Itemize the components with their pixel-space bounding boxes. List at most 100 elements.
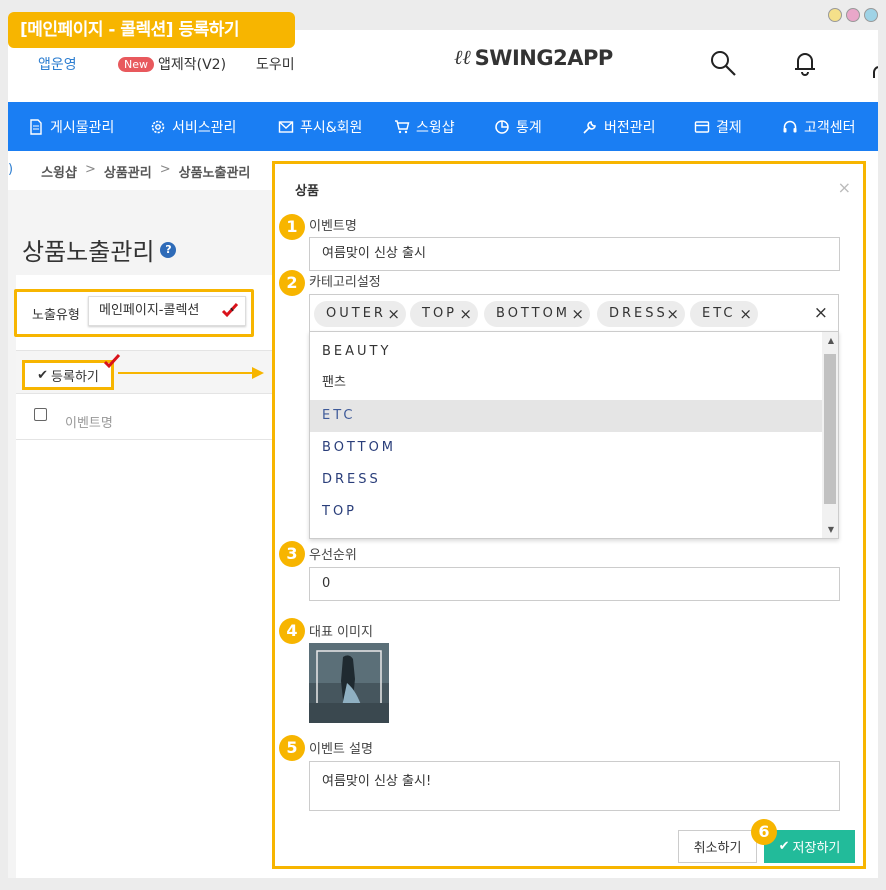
- mail-icon: [278, 120, 294, 133]
- pie-chart-icon: [495, 119, 509, 134]
- tag-bottom: BOTTOM ×: [484, 301, 590, 327]
- step-badge-5: 5: [279, 735, 305, 761]
- tag-top-remove-icon[interactable]: ×: [459, 301, 472, 327]
- option-etc[interactable]: ETC: [310, 400, 822, 432]
- user-icon[interactable]: [868, 48, 878, 78]
- nav-helper[interactable]: 도우미: [256, 54, 295, 74]
- column-event-name: 이벤트명: [65, 416, 113, 431]
- logo-mark: ℓℓ: [454, 45, 471, 69]
- save-button[interactable]: ✔ 저장하기: [764, 830, 855, 863]
- scroll-down-icon[interactable]: ▼: [828, 525, 834, 534]
- option-dress[interactable]: DRESS: [310, 464, 822, 496]
- priority-label: 우선순위: [309, 548, 357, 563]
- tag-outer-label: OUTER: [326, 306, 386, 321]
- menu-support[interactable]: 고객센터: [782, 102, 856, 151]
- register-button[interactable]: ✔ 등록하기: [22, 353, 121, 390]
- event-name-value: 여름맞이 신상 출시: [322, 246, 426, 261]
- browser-frame: 앱운영 New 앱제작(V2) 도우미 ℓℓ SWING2APP 게시물관리 서…: [0, 0, 886, 890]
- window-controls: [828, 8, 878, 22]
- event-name-input[interactable]: 여름맞이 신상 출시: [309, 237, 840, 271]
- menu-posts[interactable]: 게시물관리: [28, 102, 114, 151]
- page-title: 상품노출관리 ?: [22, 232, 177, 267]
- page-title-text: 상품노출관리: [22, 238, 155, 266]
- menu-payment[interactable]: 결제: [694, 102, 742, 151]
- photo-thumbnail: [309, 643, 389, 723]
- option-beauty[interactable]: BEAUTY: [310, 336, 822, 368]
- scroll-up-icon[interactable]: ▲: [828, 336, 834, 345]
- cancel-label: 취소하기: [693, 841, 742, 856]
- search-icon[interactable]: [708, 48, 738, 78]
- breadcrumb-prev[interactable]: ): [8, 162, 13, 181]
- clear-tags-icon[interactable]: ×: [814, 303, 828, 323]
- arrow-icon: [118, 367, 264, 379]
- tag-outer: OUTER ×: [314, 301, 406, 327]
- cart-icon: [395, 119, 410, 133]
- step-badge-1: 1: [279, 214, 305, 240]
- menu-services-label: 서비스관리: [172, 119, 237, 136]
- new-badge: New: [118, 56, 154, 72]
- maximize-dot[interactable]: [846, 8, 860, 22]
- menu-push-members[interactable]: 푸시&회원: [278, 102, 362, 151]
- menu-posts-label: 게시물관리: [50, 119, 115, 136]
- document-icon: [30, 118, 42, 135]
- menu-services[interactable]: 서비스관리: [150, 102, 236, 151]
- description-textarea[interactable]: 여름맞이 신상 출시!: [309, 761, 840, 811]
- priority-value: 0: [322, 576, 331, 591]
- tag-etc-label: ETC: [702, 306, 736, 321]
- register-label: 등록하기: [51, 369, 99, 385]
- breadcrumb-current: 상품노출관리: [178, 166, 251, 181]
- step-badge-4: 4: [279, 618, 305, 644]
- logo-text: SWING2APP: [474, 45, 614, 70]
- tag-dress-remove-icon[interactable]: ×: [666, 301, 679, 327]
- help-icon[interactable]: ?: [160, 241, 177, 258]
- logo[interactable]: ℓℓ SWING2APP: [454, 45, 613, 70]
- breadcrumb-manage[interactable]: 상품관리: [104, 162, 152, 181]
- check-icon: ✔: [37, 367, 49, 383]
- option-bottom[interactable]: BOTTOM: [310, 432, 822, 464]
- close-icon[interactable]: ×: [838, 178, 851, 197]
- option-pants[interactable]: 팬츠: [310, 367, 822, 399]
- product-modal: 상품 × 1 이벤트명 여름맞이 신상 출시 2 카테고리설정 OUTER × …: [272, 161, 866, 869]
- tag-etc-remove-icon[interactable]: ×: [739, 301, 752, 327]
- category-dropdown: BEAUTY 팬츠 ETC BOTTOM DRESS TOP ▲ ▼: [309, 331, 839, 539]
- menu-stats-label: 통계: [516, 119, 542, 136]
- nav-app-make[interactable]: New 앱제작(V2): [118, 54, 226, 74]
- scroll-thumb[interactable]: [824, 354, 836, 504]
- description-value: 여름맞이 신상 출시!: [322, 774, 432, 789]
- breadcrumb-sep-1: >: [84, 162, 96, 177]
- page-badge: [메인페이지 - 콜렉션] 등록하기: [8, 12, 295, 48]
- tag-outer-remove-icon[interactable]: ×: [387, 301, 400, 327]
- app-screen: 앱운영 New 앱제작(V2) 도우미 ℓℓ SWING2APP 게시물관리 서…: [8, 30, 878, 878]
- step-badge-3: 3: [279, 541, 305, 567]
- breadcrumb-shop[interactable]: 스윙샵: [41, 162, 77, 181]
- step-badge-2: 2: [279, 270, 305, 296]
- cancel-button[interactable]: 취소하기: [678, 830, 757, 863]
- menu-versions[interactable]: 버전관리: [582, 102, 656, 151]
- tag-bottom-remove-icon[interactable]: ×: [571, 301, 584, 327]
- tag-top: TOP ×: [410, 301, 478, 327]
- option-top[interactable]: TOP: [310, 496, 822, 528]
- breadcrumb-sep-2: >: [159, 162, 171, 177]
- minimize-dot[interactable]: [828, 8, 842, 22]
- exposure-highlight: [14, 289, 254, 337]
- nav-app-operate[interactable]: 앱운영: [38, 54, 77, 74]
- bell-icon[interactable]: [790, 48, 820, 78]
- select-all-checkbox[interactable]: [34, 408, 47, 421]
- table-header: [16, 394, 272, 440]
- dropdown-scrollbar[interactable]: ▲ ▼: [822, 332, 838, 538]
- tag-etc: ETC ×: [690, 301, 758, 327]
- close-dot[interactable]: [864, 8, 878, 22]
- tag-top-label: TOP: [422, 306, 458, 321]
- wrench-icon: [583, 120, 596, 134]
- step-badge-6: 6: [751, 819, 777, 845]
- category-label: 카테고리설정: [309, 275, 381, 290]
- nav-app-make-label: 앱제작(V2): [158, 57, 227, 73]
- menu-swingshop[interactable]: 스윙샵: [394, 102, 455, 151]
- menu-stats[interactable]: 통계: [494, 102, 542, 151]
- representative-image[interactable]: [309, 643, 389, 723]
- event-name-label: 이벤트명: [309, 219, 357, 234]
- priority-input[interactable]: 0: [309, 567, 840, 601]
- save-label: 저장하기: [792, 841, 841, 856]
- tag-dress: DRESS ×: [597, 301, 685, 327]
- category-tags[interactable]: OUTER × TOP × BOTTOM × DRESS × ETC × ×: [309, 294, 839, 332]
